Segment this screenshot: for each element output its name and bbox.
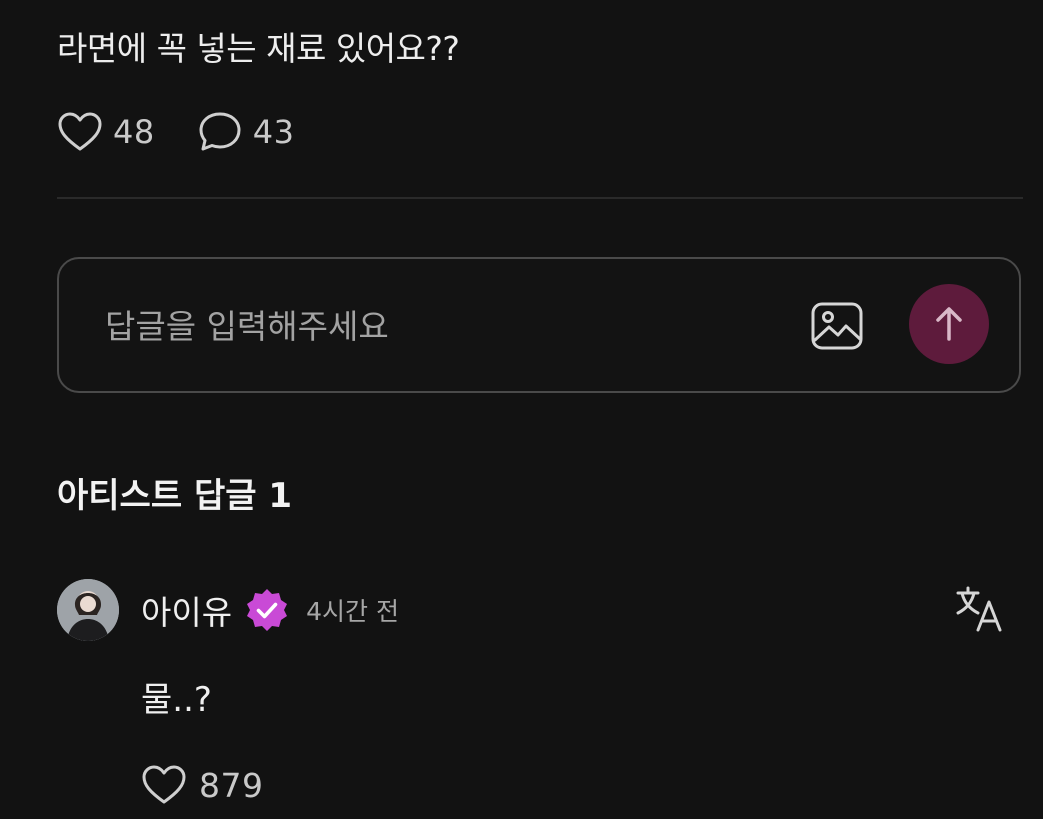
- arrow-up-icon: [936, 307, 962, 341]
- avatar[interactable]: [57, 579, 119, 641]
- heart-icon: [58, 112, 102, 151]
- comment-like-button[interactable]: 879: [141, 760, 264, 810]
- author-name[interactable]: 아이유: [141, 586, 232, 634]
- reply-input[interactable]: [105, 301, 765, 351]
- verified-badge-icon: [247, 589, 288, 631]
- post-stats: 48 43: [57, 108, 294, 156]
- reply-box: [57, 257, 1021, 393]
- comment-header: 아이유 4시간 전: [141, 585, 399, 635]
- speech-bubble-icon: [199, 112, 241, 151]
- translate-button[interactable]: [954, 585, 1004, 633]
- comment-count: 43: [252, 113, 295, 151]
- send-button[interactable]: [909, 284, 989, 364]
- heart-icon: [142, 765, 186, 804]
- avatar-image: [57, 579, 119, 641]
- like-button[interactable]: 48: [57, 111, 155, 153]
- comment-button[interactable]: 43: [197, 110, 295, 154]
- translate-icon: [956, 586, 1002, 632]
- divider: [57, 197, 1023, 199]
- comment-timestamp: 4시간 전: [306, 597, 399, 626]
- like-count: 48: [113, 113, 155, 151]
- image-icon: [811, 302, 863, 350]
- comment-body: 물..?: [141, 680, 212, 720]
- attach-image-button[interactable]: [810, 299, 864, 353]
- post-title: 라면에 꼭 넣는 재료 있어요??: [57, 29, 460, 68]
- artist-replies-heading: 아티스트 답글 1: [57, 476, 293, 516]
- comment-like-count: 879: [199, 765, 264, 805]
